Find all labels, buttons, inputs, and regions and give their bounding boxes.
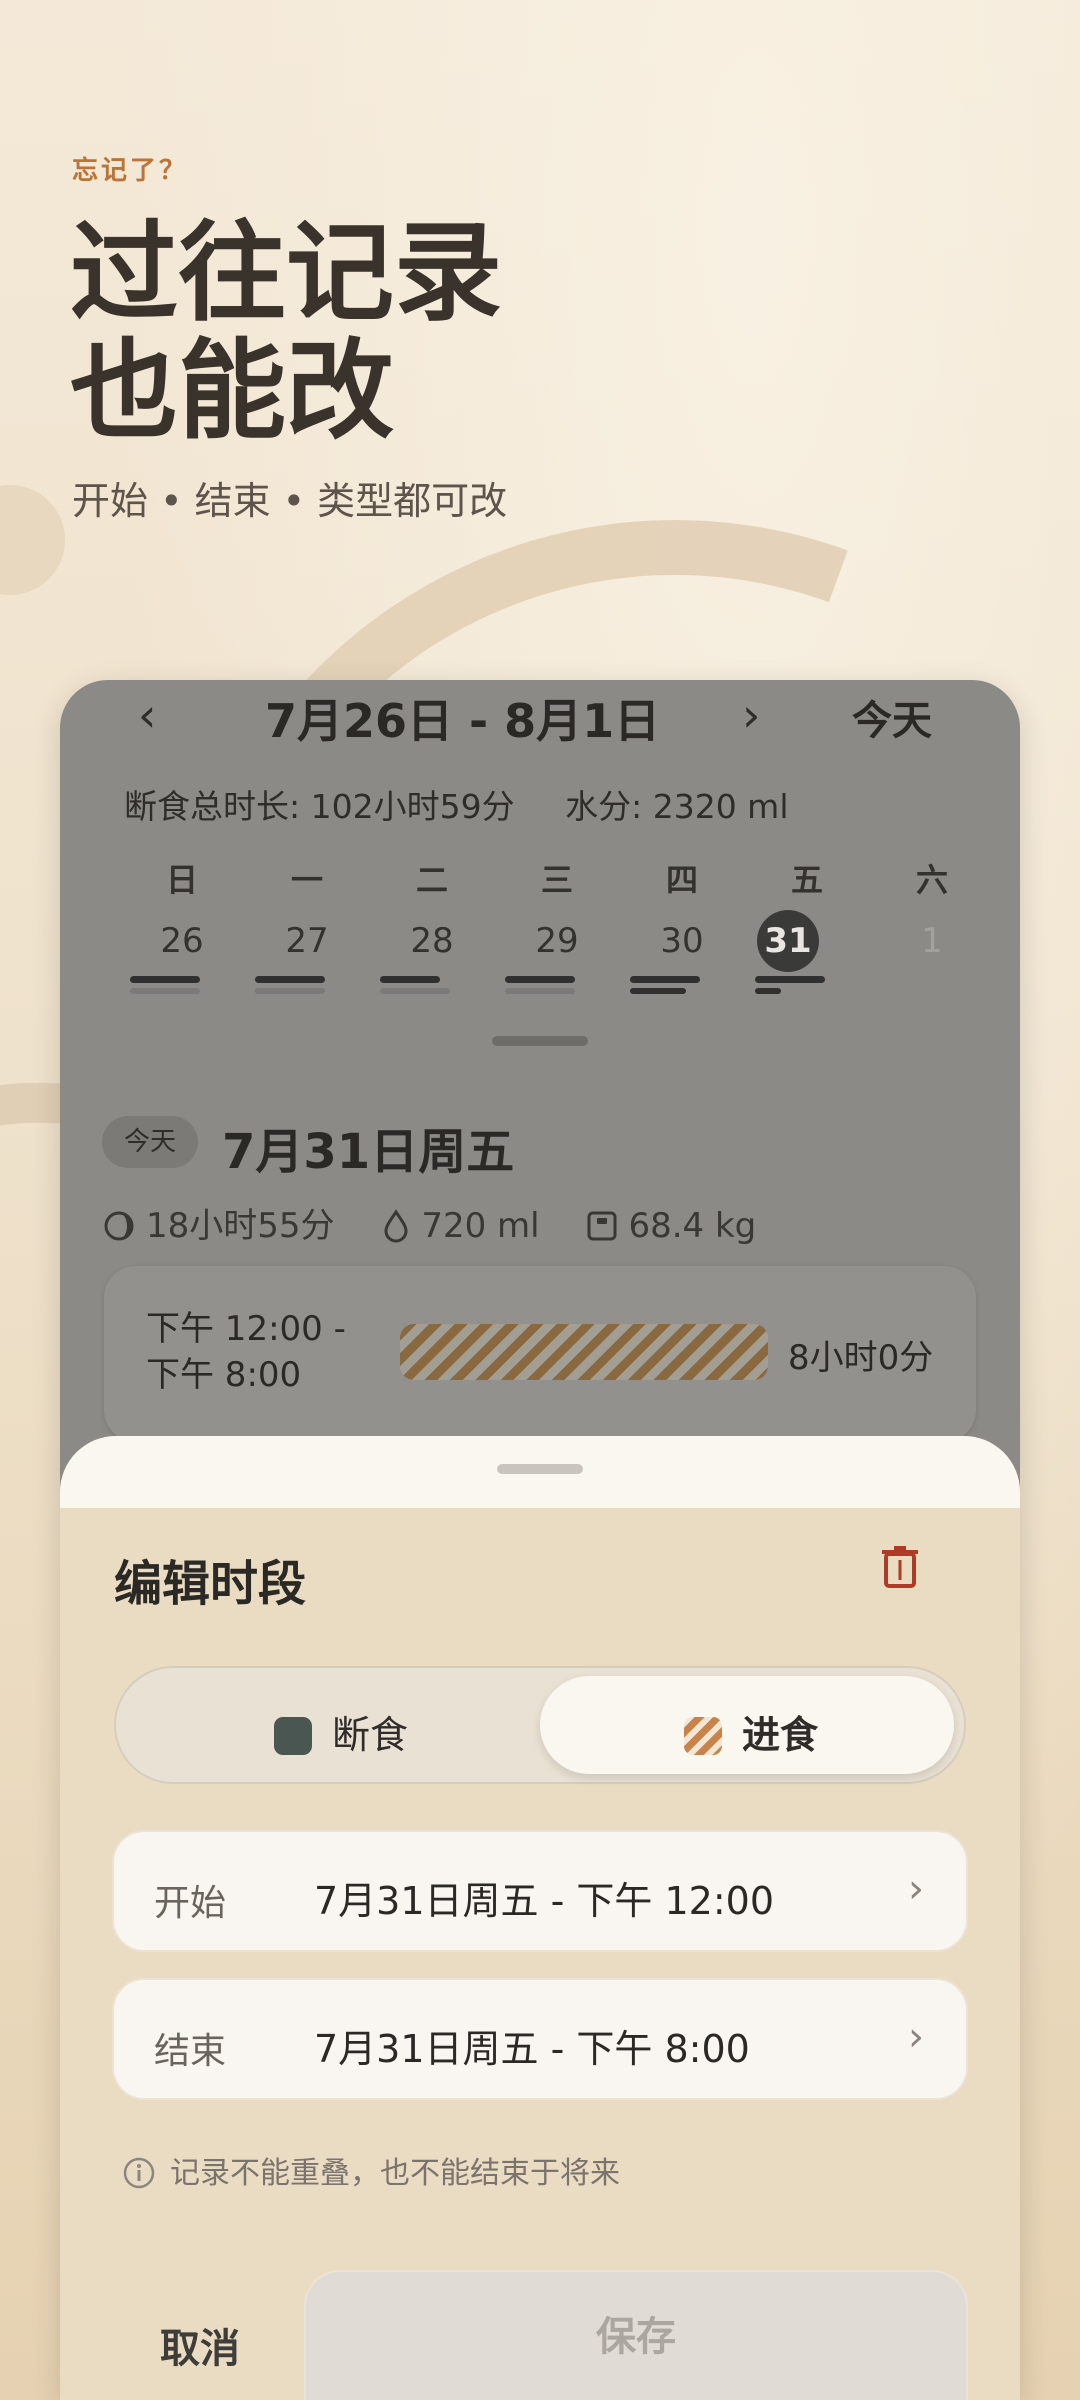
weight-stat: 68.4 kg [586, 1206, 756, 1246]
day-cell[interactable]: 29 [512, 910, 602, 972]
day-cell[interactable]: 30 [637, 910, 727, 972]
week-summary: 断食总时长: 102小时59分 水分: 2320 ml [124, 780, 829, 828]
water-stat-value: 720 ml [421, 1206, 540, 1246]
option-eating-label: 进食 [742, 1713, 819, 1757]
water-bar [505, 988, 575, 994]
weight-stat-value: 68.4 kg [628, 1206, 757, 1246]
fast-bar [505, 976, 575, 983]
fast-bar [755, 976, 825, 983]
drop-icon [384, 1209, 408, 1243]
info-icon [123, 2157, 155, 2189]
water-bar [755, 988, 781, 994]
weekday-label: 一 [290, 861, 323, 899]
headline-line-1: 过往记录 [70, 211, 503, 336]
chevron-right-icon[interactable]: › [742, 688, 760, 742]
day-cell[interactable]: 27 [262, 910, 352, 972]
weekday-label: 二 [415, 861, 448, 899]
type-toggle: 断食 进食 [114, 1666, 966, 1784]
eating-swatch-icon [684, 1717, 722, 1755]
eyebrow-text: 忘记了？ [72, 156, 189, 186]
end-label: 结束 [154, 2031, 227, 2072]
water-total: 水分: 2320 ml [565, 787, 789, 826]
start-field[interactable]: 开始 7月31日周五 - 下午 12:00 › [114, 1832, 966, 1950]
sheet-header-strip [60, 1436, 1020, 1508]
water-bar [130, 988, 200, 994]
scale-icon [587, 1211, 617, 1241]
water-stat: 720 ml [381, 1206, 540, 1246]
fast-bar [380, 976, 440, 983]
water-bar [380, 988, 450, 994]
note-text: 记录不能重叠，也不能结束于将来 [170, 2156, 620, 2191]
overlap-note: 记录不能重叠，也不能结束于将来 [122, 2148, 620, 2192]
sheet-title: 编辑时段 [114, 1556, 307, 1612]
day-stats: 18小时55分 720 ml 68.4 kg [102, 1198, 792, 1247]
collapse-handle[interactable] [492, 1036, 588, 1046]
week-range: 7月26日 - 8月1日 [265, 694, 661, 748]
subtitle: 开始 • 结束 • 类型都可改 [72, 479, 508, 523]
day-title: 7月31日周五 [222, 1124, 515, 1180]
end-field[interactable]: 结束 7月31日周五 - 下午 8:00 › [114, 1980, 966, 2098]
weekday-label: 三 [540, 861, 573, 899]
start-label: 开始 [154, 1883, 227, 1924]
today-badge: 今天 [102, 1116, 198, 1168]
start-value: 7月31日周五 - 下午 12:00 [314, 1879, 774, 1923]
fast-stat: 18小时55分 [102, 1198, 335, 1247]
eating-stripe-bar [400, 1324, 768, 1380]
cancel-button[interactable]: 取消 [160, 2316, 240, 2374]
chevron-right-icon: › [908, 1866, 924, 1912]
trash-icon[interactable] [880, 1544, 920, 1594]
weekday-label: 五 [790, 861, 823, 899]
chevron-right-icon: › [908, 2014, 924, 2060]
sheet-grabber[interactable] [497, 1464, 583, 1474]
day-cell-selected[interactable]: 31 [757, 910, 819, 972]
fast-bar [255, 976, 325, 983]
option-fasting[interactable]: 断食 [124, 1676, 538, 1774]
end-value: 7月31日周五 - 下午 8:00 [314, 2027, 750, 2071]
weekday-label: 日 [165, 861, 198, 899]
today-button[interactable]: 今天 [852, 688, 932, 746]
chevron-left-icon[interactable]: ‹ [138, 688, 156, 742]
weekday-label: 六 [915, 861, 948, 899]
moon-icon [104, 1211, 134, 1241]
entry-time: 下午 12:00 - 下午 8:00 [146, 1309, 346, 1395]
week-nav: ‹ 7月26日 - 8月1日 › 今天 [60, 680, 1020, 750]
water-bar [630, 988, 686, 994]
day-cell[interactable]: 28 [387, 910, 477, 972]
headline: 过往记录 也能改 [70, 215, 502, 451]
fast-bar [130, 976, 200, 983]
fast-bar [630, 976, 700, 983]
save-button[interactable]: 保存 [306, 2272, 966, 2400]
option-eating[interactable]: 进食 [540, 1676, 954, 1774]
headline-line-2: 也能改 [70, 329, 395, 454]
water-bar [255, 988, 325, 994]
fast-stat-value: 18小时55分 [146, 1206, 335, 1246]
day-cell[interactable]: 26 [137, 910, 227, 972]
eating-entry[interactable]: 下午 12:00 - 下午 8:00 8小时0分 [104, 1266, 976, 1442]
option-fasting-label: 断食 [332, 1713, 409, 1757]
fast-total: 断食总时长: 102小时59分 [124, 787, 515, 826]
day-cell-future: 1 [921, 921, 943, 961]
entry-duration: 8小时0分 [788, 1338, 934, 1378]
weekday-label: 四 [665, 861, 698, 899]
fasting-swatch-icon [274, 1717, 312, 1755]
edit-sheet: 编辑时段 断食 进食 开始 7月31日周五 - 下午 12:00 › 结束 7月… [60, 1436, 1020, 2400]
